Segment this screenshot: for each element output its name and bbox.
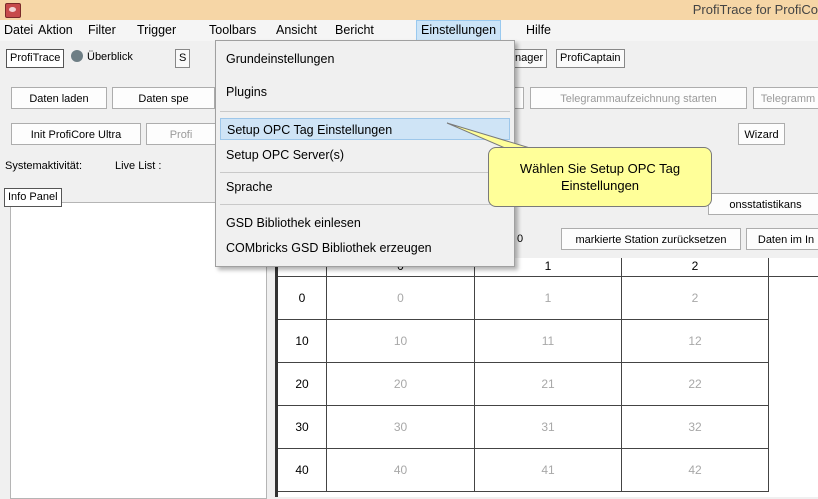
menu-einstellungen[interactable]: Einstellungen <box>416 20 502 41</box>
menu-bericht[interactable]: Bericht <box>335 20 374 40</box>
grid-cell[interactable]: 0 <box>327 277 475 320</box>
circle-icon <box>71 50 83 62</box>
init-proficore-button[interactable]: Init ProfiCore Ultra <box>11 123 141 145</box>
grid-cell[interactable]: 22 <box>622 363 769 406</box>
column-header-partial <box>769 258 818 277</box>
station-statistics-button[interactable]: onsstatistikans <box>708 193 818 215</box>
tab-s[interactable]: S <box>175 49 191 68</box>
grid-cell[interactable]: 10 <box>327 320 475 363</box>
menu-separator <box>220 111 510 112</box>
grid-cell[interactable]: 32 <box>622 406 769 449</box>
column-header[interactable]: 2 <box>622 258 769 277</box>
save-data-button[interactable]: Daten spe <box>112 87 215 109</box>
tab-profitrace[interactable]: ProfiTrace <box>6 49 65 68</box>
menu-item-grundeinstellungen[interactable]: Grundeinstellungen <box>220 48 510 70</box>
grid-cell[interactable]: 11 <box>475 320 622 363</box>
menu-item-sprache[interactable]: Sprache <box>220 176 510 198</box>
start-telegram-recording-button[interactable]: Telegrammaufzeichnung starten <box>530 87 747 109</box>
row-header: 0 <box>278 277 327 320</box>
grid-cell[interactable]: 31 <box>475 406 622 449</box>
row-header: 30 <box>278 406 327 449</box>
row-header: 20 <box>278 363 327 406</box>
row-header: 10 <box>278 320 327 363</box>
grid-cell[interactable]: 40 <box>327 449 475 492</box>
callout-text: Wählen Sie Setup OPC Tag Einstellungen <box>519 161 681 193</box>
menu-ansicht[interactable]: Ansicht <box>276 20 317 40</box>
grid-cell[interactable]: 30 <box>327 406 475 449</box>
tab-proficaptain[interactable]: ProfiCaptain <box>556 49 625 68</box>
grid-cell[interactable]: 21 <box>475 363 622 406</box>
partial-label: 0 <box>517 233 524 245</box>
reset-station-button[interactable]: markierte Station zurücksetzen <box>561 228 741 250</box>
menu-filter[interactable]: Filter <box>88 20 116 40</box>
menu-item-plugins[interactable]: Plugins <box>220 81 510 103</box>
menu-item-gsd-bibliothek[interactable]: GSD Bibliothek einlesen <box>220 212 510 234</box>
menu-hilfe[interactable]: Hilfe <box>526 20 551 40</box>
grid-cell[interactable]: 20 <box>327 363 475 406</box>
menu-bar: Datei Aktion Filter Trigger Toolbars Ans… <box>0 20 818 41</box>
title-bar: ProfiTrace for ProfiCo <box>0 0 818 21</box>
tab-info-panel[interactable]: Info Panel <box>4 188 62 207</box>
grid-cell[interactable]: 42 <box>622 449 769 492</box>
load-data-button[interactable]: Daten laden <box>11 87 107 109</box>
app-icon[interactable] <box>5 3 21 18</box>
grid-cell[interactable]: 2 <box>622 277 769 320</box>
menu-separator <box>220 204 510 205</box>
wizard-button[interactable]: Wizard <box>738 123 785 145</box>
telegram-button[interactable]: Telegramm <box>753 87 818 109</box>
tab-ueberblick-label: Überblick <box>87 51 133 63</box>
row-header: 40 <box>278 449 327 492</box>
station-grid: 0 1 2 0 0 1 2 10 10 11 12 20 20 21 22 30… <box>275 258 818 497</box>
menu-item-combricks-gsd[interactable]: COMbricks GSD Bibliothek erzeugen <box>220 237 510 259</box>
grid-cell[interactable]: 12 <box>622 320 769 363</box>
menu-toolbars[interactable]: Toolbars <box>209 20 256 40</box>
menu-datei[interactable]: Datei <box>4 20 33 40</box>
live-list-label: Live List : <box>115 160 162 172</box>
tab-manager[interactable]: nager <box>511 49 548 68</box>
data-in-button[interactable]: Daten im In <box>746 228 818 250</box>
system-activity-label: Systemaktivität: <box>5 160 83 172</box>
menu-trigger[interactable]: Trigger <box>137 20 176 40</box>
grid-cell[interactable]: 1 <box>475 277 622 320</box>
tab-ueberblick[interactable]: Überblick <box>68 49 136 66</box>
grid-cell[interactable]: 41 <box>475 449 622 492</box>
menu-aktion[interactable]: Aktion <box>38 20 73 40</box>
instruction-callout: Wählen Sie Setup OPC Tag Einstellungen <box>488 147 712 207</box>
window-title: ProfiTrace for ProfiCo <box>692 2 818 17</box>
profi-button[interactable]: Profi <box>146 123 216 145</box>
menu-separator <box>220 172 510 173</box>
